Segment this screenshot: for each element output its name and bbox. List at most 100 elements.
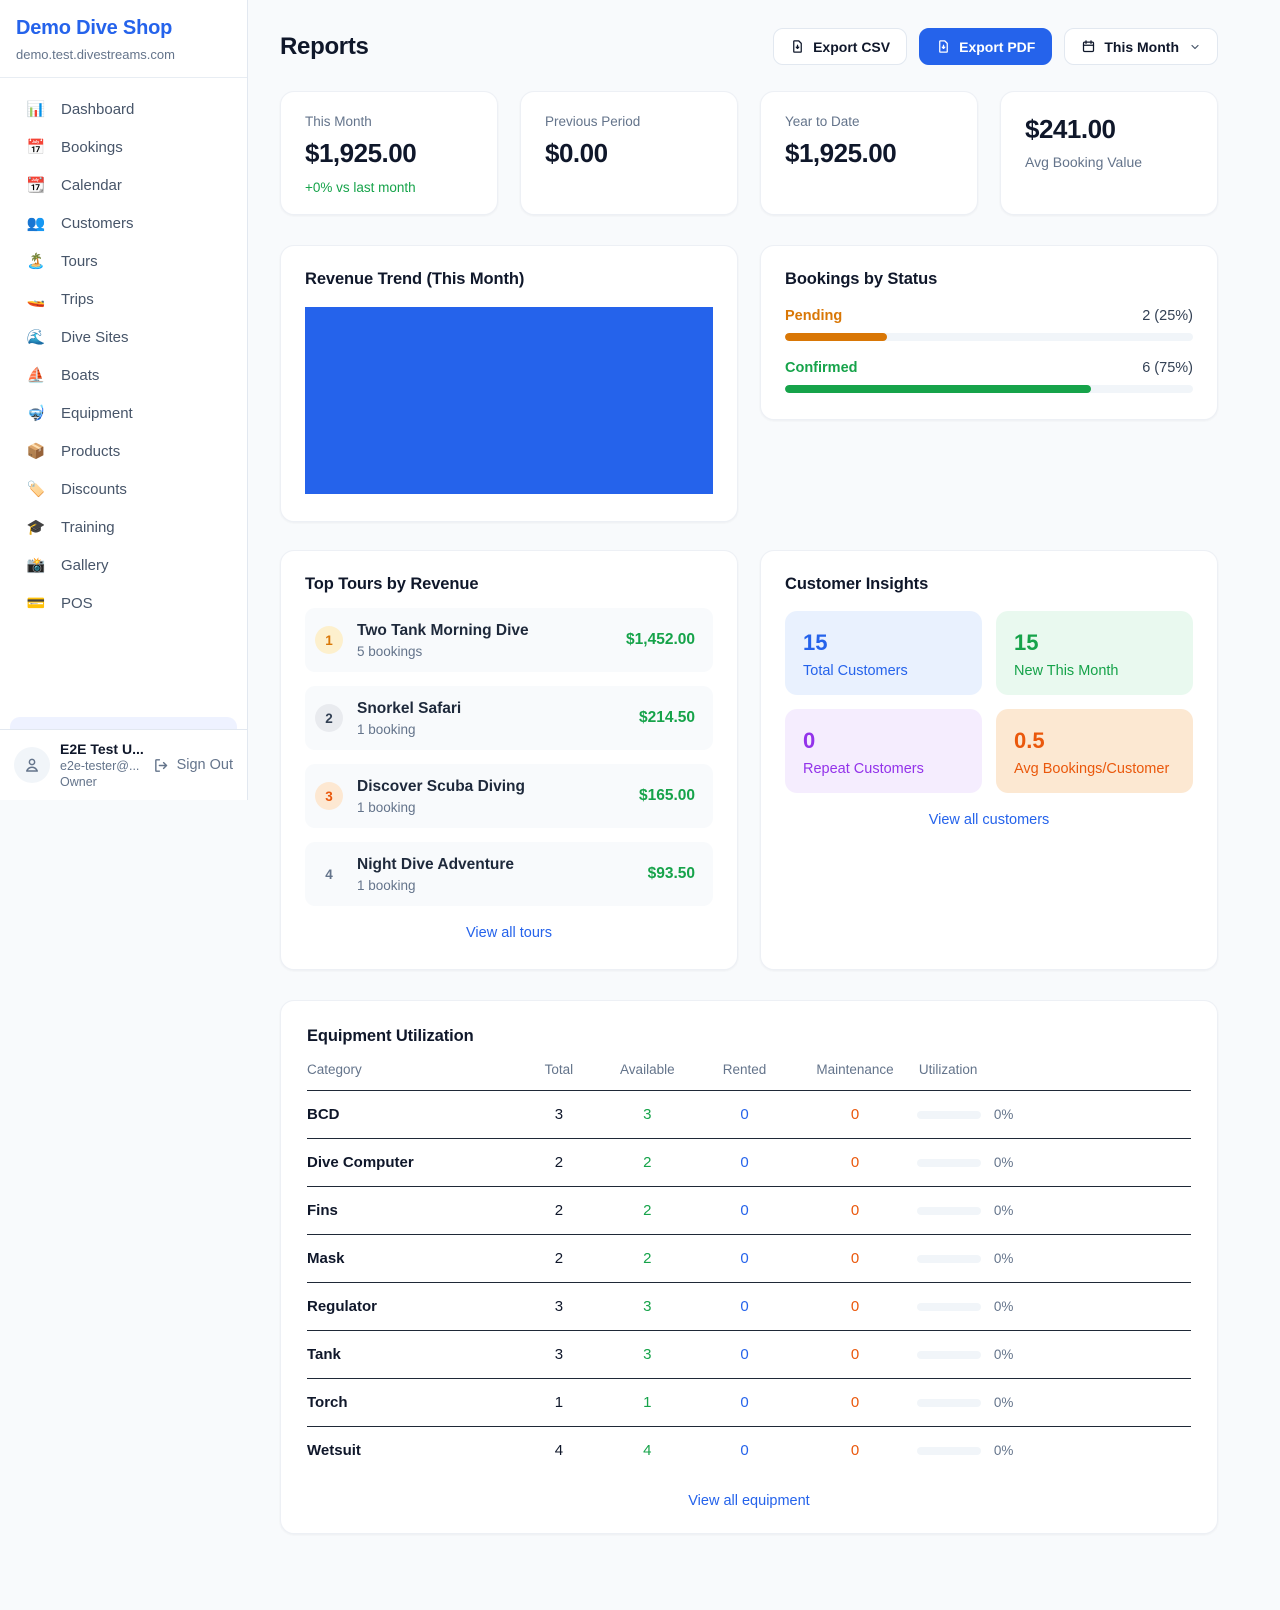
equipment-utilization-card: Equipment Utilization Category Total Ava…: [280, 1000, 1218, 1534]
table-row: Tank33000%: [307, 1331, 1191, 1379]
stat-card-this-month: This Month $1,925.00 +0% vs last month: [280, 91, 498, 215]
stat-value: $0.00: [545, 138, 713, 169]
col-header-available: Available: [599, 1062, 696, 1091]
sidebar-item-tours[interactable]: 🏝️Tours: [8, 242, 239, 280]
page-title: Reports: [280, 33, 369, 61]
status-count-pending: 2 (25%): [1142, 308, 1193, 324]
sidebar-item-label: Bookings: [61, 139, 123, 156]
status-row-confirmed: Confirmed 6 (75%): [785, 360, 1193, 376]
cell-cat: Fins: [307, 1187, 519, 1235]
utilization-bar-track: [917, 1447, 981, 1455]
sidebar-item-discounts[interactable]: 🏷️Discounts: [8, 470, 239, 508]
rank-badge: 1: [315, 626, 343, 654]
cell-total: 3: [519, 1091, 599, 1139]
user-meta: E2E Test U... e2e-tester@... Owner: [60, 741, 143, 789]
sign-out-button[interactable]: Sign Out: [153, 757, 233, 774]
utilization-percent: 0%: [994, 1251, 1014, 1266]
cell-rented: 0: [696, 1379, 793, 1427]
graduation-cap-icon: 🎓: [26, 518, 46, 536]
table-row: Torch11000%: [307, 1379, 1191, 1427]
sidebar-item-trips[interactable]: 🚤Trips: [8, 280, 239, 318]
sidebar-item-calendar[interactable]: 📆Calendar: [8, 166, 239, 204]
tour-list-item: 3 Discover Scuba Diving1 booking $165.00: [305, 764, 713, 828]
stat-cards-row: This Month $1,925.00 +0% vs last month P…: [280, 91, 1218, 215]
export-pdf-button[interactable]: Export PDF: [919, 28, 1052, 65]
cell-maint: 0: [793, 1283, 917, 1331]
view-all-customers-link[interactable]: View all customers: [785, 812, 1193, 828]
file-download-icon: [790, 39, 805, 54]
sidebar-item-active-partial[interactable]: [10, 717, 237, 729]
status-label-confirmed: Confirmed: [785, 360, 858, 376]
insights-row: Top Tours by Revenue 1 Two Tank Morning …: [280, 550, 1218, 970]
sidebar-item-boats[interactable]: ⛵Boats: [8, 356, 239, 394]
island-icon: 🏝️: [26, 252, 46, 270]
utilization-bar-track: [917, 1207, 981, 1215]
tour-bookings: 1 booking: [357, 722, 461, 737]
chevron-down-icon: [1189, 41, 1201, 53]
table-row: BCD33000%: [307, 1091, 1191, 1139]
period-dropdown[interactable]: This Month: [1064, 28, 1218, 65]
equipment-table: Category Total Available Rented Maintena…: [307, 1062, 1191, 1474]
tile-repeat-customers: 0 Repeat Customers: [785, 709, 982, 793]
sidebar: Demo Dive Shop demo.test.divestreams.com…: [0, 0, 248, 800]
utilization-percent: 0%: [994, 1107, 1014, 1122]
cell-utilization: 0%: [917, 1379, 1191, 1427]
sidebar-item-equipment[interactable]: 🤿Equipment: [8, 394, 239, 432]
utilization-percent: 0%: [994, 1155, 1014, 1170]
sidebar-item-dashboard[interactable]: 📊Dashboard: [8, 90, 239, 128]
sidebar-item-products[interactable]: 📦Products: [8, 432, 239, 470]
sidebar-item-label: Customers: [61, 215, 134, 232]
view-all-equipment-link[interactable]: View all equipment: [307, 1493, 1191, 1509]
sidebar-item-dive-sites[interactable]: 🌊Dive Sites: [8, 318, 239, 356]
cell-utilization: 0%: [917, 1139, 1191, 1187]
tour-amount: $165.00: [639, 787, 695, 805]
utilization-percent: 0%: [994, 1347, 1014, 1362]
table-row: Fins22000%: [307, 1187, 1191, 1235]
tile-value: 15: [1014, 630, 1175, 656]
cell-utilization: 0%: [917, 1091, 1191, 1139]
stat-card-previous-period: Previous Period $0.00: [520, 91, 738, 215]
user-email: e2e-tester@...: [60, 759, 143, 773]
export-csv-button[interactable]: Export CSV: [773, 28, 907, 65]
utilization-percent: 0%: [994, 1443, 1014, 1458]
utilization-bar-track: [917, 1399, 981, 1407]
sidebar-item-bookings[interactable]: 📅Bookings: [8, 128, 239, 166]
status-count-confirmed: 6 (75%): [1142, 360, 1193, 376]
cell-utilization: 0%: [917, 1331, 1191, 1379]
tour-bookings: 5 bookings: [357, 644, 529, 659]
export-csv-label: Export CSV: [813, 39, 890, 55]
charts-row: Revenue Trend (This Month) Bookings by S…: [280, 245, 1218, 522]
cell-rented: 0: [696, 1139, 793, 1187]
sidebar-item-training[interactable]: 🎓Training: [8, 508, 239, 546]
sidebar-item-gallery[interactable]: 📸Gallery: [8, 546, 239, 584]
table-row: Dive Computer22000%: [307, 1139, 1191, 1187]
cell-avail: 2: [599, 1139, 696, 1187]
tile-value: 0.5: [1014, 728, 1175, 754]
user-role: Owner: [60, 775, 143, 789]
main-content: Reports Export CSV Export PDF This Month…: [248, 0, 1280, 1574]
stat-label: This Month: [305, 114, 473, 129]
sidebar-item-label: Products: [61, 443, 120, 460]
brand-domain: demo.test.divestreams.com: [16, 47, 231, 62]
utilization-bar-track: [917, 1255, 981, 1263]
cell-avail: 3: [599, 1283, 696, 1331]
sidebar-item-label: POS: [61, 595, 93, 612]
sidebar-item-customers[interactable]: 👥Customers: [8, 204, 239, 242]
cell-maint: 0: [793, 1379, 917, 1427]
sidebar-item-label: Dive Sites: [61, 329, 129, 346]
cell-utilization: 0%: [917, 1235, 1191, 1283]
stat-label: Previous Period: [545, 114, 713, 129]
tour-name: Two Tank Morning Dive: [357, 622, 529, 640]
cell-cat: Dive Computer: [307, 1139, 519, 1187]
tile-value: 0: [803, 728, 964, 754]
rank-badge: 3: [315, 782, 343, 810]
tear-off-calendar-icon: 📆: [26, 176, 46, 194]
cell-total: 1: [519, 1379, 599, 1427]
tile-label: Total Customers: [803, 663, 964, 679]
view-all-tours-link[interactable]: View all tours: [305, 925, 713, 941]
utilization-percent: 0%: [994, 1203, 1014, 1218]
cell-avail: 2: [599, 1187, 696, 1235]
customer-insights-card: Customer Insights 15 Total Customers 15 …: [760, 550, 1218, 970]
utilization-bar-track: [917, 1159, 981, 1167]
sidebar-item-pos[interactable]: 💳POS: [8, 584, 239, 622]
